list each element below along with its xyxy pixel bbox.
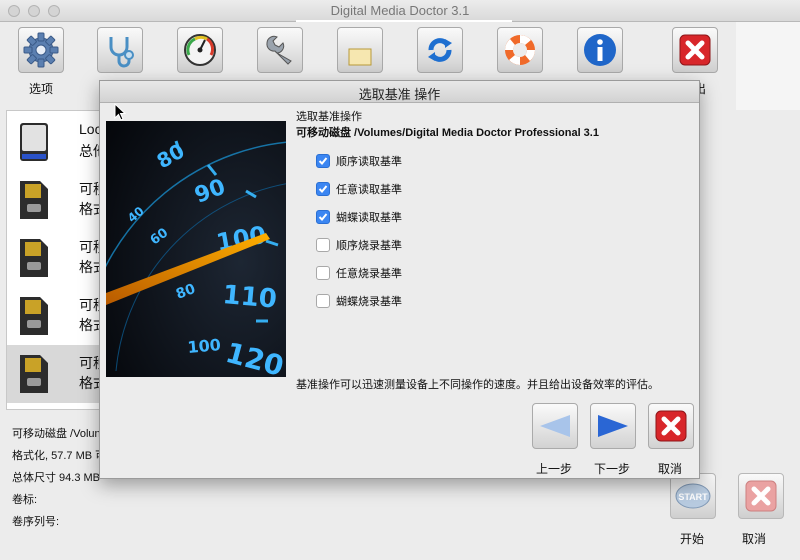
refresh-button[interactable] bbox=[417, 27, 463, 73]
main-cancel-label: 取消 bbox=[742, 532, 767, 546]
gauge-number: 100 bbox=[187, 335, 222, 357]
help-button[interactable] bbox=[497, 27, 543, 73]
dialog-titlebar: 选取基准 操作 bbox=[100, 81, 699, 103]
gauge-number: 110 bbox=[221, 280, 278, 315]
window-titlebar: Digital Media Doctor 3.1 bbox=[0, 0, 800, 22]
info-disk: 可移动磁盘 /Volun bbox=[12, 428, 101, 440]
diagnose-button[interactable] bbox=[97, 27, 143, 73]
sd-card-icon bbox=[20, 297, 48, 335]
checkmark-icon bbox=[318, 213, 328, 221]
dialog-cancel-label: 取消 bbox=[658, 462, 683, 476]
close-icon bbox=[679, 34, 711, 66]
option-label: 蝴蝶读取基準 bbox=[336, 212, 402, 224]
hard-drive-icon bbox=[20, 123, 48, 161]
close-icon bbox=[745, 480, 777, 512]
start-icon-text: START bbox=[678, 492, 708, 502]
checkbox[interactable] bbox=[316, 294, 330, 308]
start-label: 开始 bbox=[680, 532, 705, 546]
info-serial-label: 卷序列号: bbox=[12, 516, 60, 528]
option-label: 顺序烧录基準 bbox=[336, 240, 402, 252]
list-item[interactable]: 可移 格式 bbox=[7, 171, 101, 229]
options-label: 选项 bbox=[29, 82, 54, 96]
report-button[interactable] bbox=[337, 27, 383, 73]
about-button[interactable] bbox=[577, 27, 623, 73]
dialog-heading: 选取基准操作 bbox=[296, 111, 362, 123]
option-seq-read[interactable]: 顺序读取基準 bbox=[316, 153, 402, 169]
arrow-right-icon bbox=[598, 415, 628, 437]
list-item[interactable]: 可移 格式 bbox=[7, 345, 101, 403]
info-volume-label: 卷标: bbox=[12, 494, 38, 506]
info-total-size: 总体尺寸 94.3 MB bbox=[12, 472, 101, 484]
prev-button[interactable] bbox=[532, 403, 578, 449]
wrench-icon bbox=[266, 35, 292, 65]
exit-button[interactable] bbox=[672, 27, 718, 73]
gear-icon bbox=[23, 32, 59, 68]
option-label: 任意烧录基準 bbox=[336, 268, 402, 280]
list-item[interactable]: 可移 格式 bbox=[7, 229, 101, 287]
sd-card-icon bbox=[20, 355, 48, 393]
option-label: 顺序读取基準 bbox=[336, 156, 402, 168]
sd-card-icon bbox=[20, 181, 48, 219]
checkbox[interactable] bbox=[316, 182, 330, 196]
document-icon bbox=[348, 48, 372, 66]
checkbox[interactable] bbox=[316, 266, 330, 280]
start-button[interactable]: START bbox=[670, 473, 716, 519]
close-icon bbox=[655, 410, 687, 442]
option-random-write[interactable]: 任意烧录基準 bbox=[316, 265, 402, 281]
device-path: 可移动磁盘 /Volumes/Digital Media Doctor Prof… bbox=[296, 127, 599, 139]
sd-card-icon bbox=[20, 239, 48, 277]
info-icon bbox=[584, 34, 616, 66]
list-item[interactable]: Loc 总他 bbox=[7, 113, 101, 171]
benchmark-button[interactable] bbox=[177, 27, 223, 73]
checkbox[interactable] bbox=[316, 238, 330, 252]
next-label: 下一步 bbox=[594, 462, 631, 476]
refresh-icon bbox=[428, 38, 452, 62]
speedometer-image: 80 90 100 110 120 40 60 80 100 bbox=[106, 121, 286, 377]
checkbox[interactable] bbox=[316, 210, 330, 224]
info-format: 格式化, 57.7 MB 可 bbox=[12, 450, 107, 462]
arrow-left-icon bbox=[540, 415, 570, 437]
option-seq-write[interactable]: 顺序烧录基準 bbox=[316, 237, 402, 253]
lifebuoy-icon bbox=[505, 35, 535, 65]
window-title: Digital Media Doctor 3.1 bbox=[330, 3, 470, 18]
checkbox[interactable] bbox=[316, 154, 330, 168]
dialog-description: 基准操作可以迅速测量设备上不同操作的速度。并且给出设备效率的评估。 bbox=[296, 379, 659, 391]
checkmark-icon bbox=[318, 157, 328, 165]
list-item[interactable]: 可移 格式 bbox=[7, 287, 101, 345]
toolbar-right-area bbox=[736, 22, 800, 110]
mouse-cursor-icon bbox=[114, 103, 126, 121]
stethoscope-icon bbox=[109, 37, 134, 68]
option-label: 蝴蝶烧录基準 bbox=[336, 296, 402, 308]
dialog-title: 选取基准 操作 bbox=[358, 87, 441, 102]
option-butterfly-read[interactable]: 蝴蝶读取基準 bbox=[316, 209, 402, 225]
benchmark-dialog: 选取基准 操作 80 90 100 110 120 40 60 80 100 选… bbox=[99, 80, 700, 479]
drive-list[interactable]: Loc 总他 可移 格式 可移 格式 可移 格式 bbox=[6, 110, 102, 410]
options-button[interactable] bbox=[18, 27, 64, 73]
option-random-read[interactable]: 任意读取基準 bbox=[316, 181, 402, 197]
start-icon: START bbox=[675, 483, 711, 509]
repair-button[interactable] bbox=[257, 27, 303, 73]
checkmark-icon bbox=[318, 185, 328, 193]
dialog-cancel-button[interactable] bbox=[648, 403, 694, 449]
option-label: 任意读取基準 bbox=[336, 184, 402, 196]
prev-label: 上一步 bbox=[536, 462, 573, 476]
main-cancel-button[interactable] bbox=[738, 473, 784, 519]
gauge-icon bbox=[184, 34, 216, 66]
next-button[interactable] bbox=[590, 403, 636, 449]
option-butterfly-write[interactable]: 蝴蝶烧录基準 bbox=[316, 293, 402, 309]
